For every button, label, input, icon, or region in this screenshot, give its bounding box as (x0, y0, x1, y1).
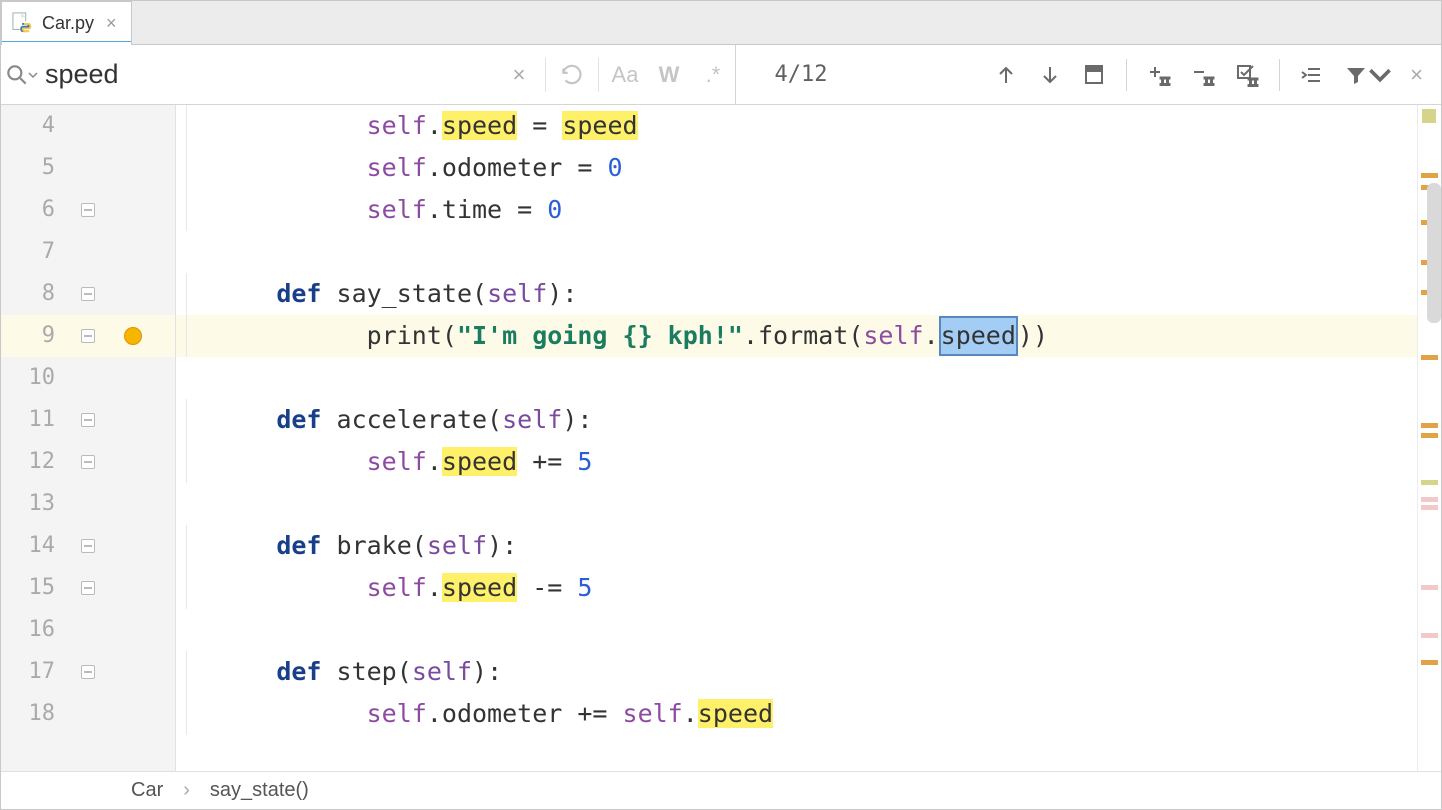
fold-toggle-icon[interactable] (81, 581, 95, 595)
breadcrumb-method[interactable]: say_state() (210, 779, 309, 802)
analysis-status-icon[interactable] (1422, 109, 1436, 123)
code-line[interactable]: def step(self): (176, 651, 1417, 693)
fold-toggle-icon[interactable] (81, 413, 95, 427)
toggle-multiline-icon[interactable] (1300, 63, 1324, 87)
code-line[interactable] (176, 483, 1417, 525)
line-number[interactable]: 12 (1, 441, 69, 483)
code-line[interactable]: def accelerate(self): (176, 399, 1417, 441)
find-toolbar: × Aa W .* 4/12 ⵊⵊ ⵊⵊ ⵊⵊ × (1, 45, 1441, 105)
remove-selection-icon[interactable]: ⵊⵊ (1191, 63, 1215, 87)
line-number[interactable]: 18 (1, 693, 69, 735)
stripe-mark[interactable] (1421, 497, 1438, 502)
stripe-mark[interactable] (1421, 633, 1438, 638)
regex-toggle[interactable]: .* (691, 45, 735, 104)
stripe-mark[interactable] (1421, 355, 1438, 360)
close-tab-icon[interactable]: × (102, 13, 121, 34)
close-find-icon[interactable]: × (1402, 62, 1431, 88)
fold-toggle-icon[interactable] (81, 539, 95, 553)
line-number[interactable]: 6 (1, 189, 69, 231)
filter-icon[interactable] (1344, 63, 1392, 87)
tab-bar: Car.py × (1, 1, 1441, 45)
fold-toggle-icon[interactable] (81, 665, 95, 679)
line-number[interactable]: 16 (1, 609, 69, 651)
tab-filename: Car.py (42, 13, 94, 34)
editor: 456789101112131415161718 self.speed = sp… (1, 105, 1441, 771)
intention-bulb-icon[interactable] (124, 327, 142, 345)
fold-toggle-icon[interactable] (81, 203, 95, 217)
stripe-mark[interactable] (1421, 173, 1438, 178)
search-input[interactable] (41, 59, 497, 90)
match-counter: 4/12 (746, 62, 856, 87)
fold-toggle-icon[interactable] (81, 287, 95, 301)
file-tab[interactable]: Car.py × (1, 1, 132, 44)
code-line[interactable]: print("I'm going {} kph!".format(self.sp… (176, 315, 1417, 357)
select-all-icon[interactable] (1082, 63, 1106, 87)
code-line[interactable]: self.time = 0 (176, 189, 1417, 231)
whole-word-toggle[interactable]: W (647, 45, 691, 104)
svg-text:ⵊⵊ: ⵊⵊ (1204, 77, 1214, 87)
line-number[interactable]: 4 (1, 105, 69, 147)
line-number[interactable]: 10 (1, 357, 69, 399)
line-number[interactable]: 9 (1, 315, 69, 357)
stripe-mark[interactable] (1421, 585, 1438, 590)
gutter: 456789101112131415161718 (1, 105, 176, 771)
line-number[interactable]: 15 (1, 567, 69, 609)
clear-search-icon[interactable]: × (497, 45, 541, 104)
python-file-icon (12, 12, 34, 34)
stripe-mark[interactable] (1421, 433, 1438, 438)
line-number[interactable]: 5 (1, 147, 69, 189)
code-line[interactable]: self.odometer = 0 (176, 147, 1417, 189)
code-line[interactable]: def say_state(self): (176, 273, 1417, 315)
code-line[interactable]: self.speed += 5 (176, 441, 1417, 483)
next-match-icon[interactable] (1038, 63, 1062, 87)
svg-text:ⵊⵊ: ⵊⵊ (1248, 78, 1258, 87)
code-line[interactable] (176, 357, 1417, 399)
code-line[interactable] (176, 609, 1417, 651)
prev-match-icon[interactable] (994, 63, 1018, 87)
breadcrumb: Car › say_state() (1, 771, 1441, 809)
stripe-mark[interactable] (1421, 423, 1438, 428)
add-selection-icon[interactable]: ⵊⵊ (1147, 63, 1171, 87)
svg-text:ⵊⵊ: ⵊⵊ (1160, 77, 1170, 87)
code-line[interactable] (176, 231, 1417, 273)
stripe-mark[interactable] (1421, 505, 1438, 510)
select-all-occurrences-icon[interactable]: ⵊⵊ (1235, 63, 1259, 87)
code-line[interactable]: self.speed = speed (176, 105, 1417, 147)
scrollbar-thumb[interactable] (1427, 183, 1441, 323)
line-number[interactable]: 14 (1, 525, 69, 567)
line-number[interactable]: 13 (1, 483, 69, 525)
match-case-toggle[interactable]: Aa (603, 45, 647, 104)
line-number[interactable]: 8 (1, 273, 69, 315)
fold-toggle-icon[interactable] (81, 455, 95, 469)
code-line[interactable]: self.odometer += self.speed (176, 693, 1417, 735)
code-area[interactable]: self.speed = speed self.odometer = 0 sel… (176, 105, 1417, 771)
stripe-mark[interactable] (1421, 660, 1438, 665)
fold-toggle-icon[interactable] (81, 329, 95, 343)
breadcrumb-class[interactable]: Car (131, 779, 163, 802)
line-number[interactable]: 7 (1, 231, 69, 273)
stripe-mark[interactable] (1421, 480, 1438, 485)
search-history-icon[interactable] (550, 45, 594, 104)
line-number[interactable]: 17 (1, 651, 69, 693)
code-line[interactable]: self.speed -= 5 (176, 567, 1417, 609)
search-icon[interactable] (1, 62, 41, 88)
code-line[interactable]: def brake(self): (176, 525, 1417, 567)
breadcrumb-separator-icon: › (183, 779, 190, 802)
line-number[interactable]: 11 (1, 399, 69, 441)
error-stripe[interactable] (1417, 105, 1441, 771)
